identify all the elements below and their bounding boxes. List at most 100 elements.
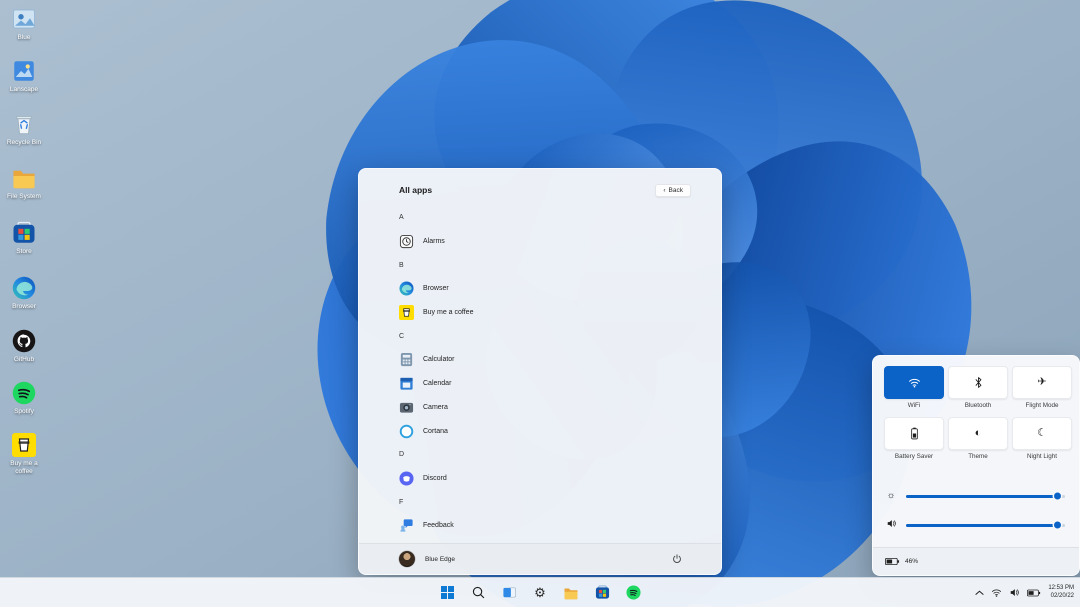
volume-slider[interactable]	[906, 524, 1065, 527]
coffee-icon	[399, 305, 414, 320]
camera-icon	[399, 400, 414, 415]
section-letter-a[interactable]: A	[359, 206, 721, 230]
section-letter-f[interactable]: F	[359, 490, 721, 514]
night-light-tile[interactable]: ☾	[1012, 417, 1072, 450]
feedback-icon	[399, 518, 414, 533]
cortana-icon	[399, 424, 414, 439]
tray-volume-button[interactable]	[1009, 587, 1020, 598]
app-item-calendar[interactable]: Calendar	[359, 372, 721, 396]
app-item-label: Cortana	[423, 428, 448, 435]
settings-button[interactable]: ⚙	[529, 582, 551, 604]
quick-settings-grid: WiFi Bluetooth ✈ Flight Mode Battery Sav…	[884, 366, 1068, 460]
desktop-icon-buy-me-a-coffee[interactable]: Buy me a coffee	[0, 432, 48, 475]
night-light-icon: ☾	[1037, 428, 1047, 439]
desktop-icon-label: Blue	[17, 34, 30, 42]
file-explorer-button[interactable]	[560, 582, 582, 604]
app-item-feedback[interactable]: Feedback	[359, 514, 721, 538]
landscape-photo-icon	[11, 58, 37, 84]
app-item-label: Calendar	[423, 380, 451, 387]
app-item-label: Buy me a coffee	[423, 309, 473, 316]
desktop-icon-github[interactable]: GitHub	[0, 328, 48, 364]
start-menu-all-apps: All apps ‹ Back A Alarms B	[358, 168, 722, 575]
search-button[interactable]	[467, 582, 489, 604]
battery-saver-tile[interactable]	[884, 417, 944, 450]
app-item-calculator[interactable]: Calculator	[359, 348, 721, 372]
desktop-icon-lanscape[interactable]: Lanscape	[0, 58, 48, 94]
brightness-slider[interactable]	[906, 495, 1065, 498]
folder-icon	[563, 585, 579, 601]
all-apps-list: A Alarms B Browser Buy m	[359, 206, 721, 538]
flight-mode-tile[interactable]: ✈	[1012, 366, 1072, 399]
battery-saver-label: Battery Saver	[895, 453, 933, 460]
taskbar-center-icons: ⚙	[436, 578, 644, 607]
clock-date: 02/20/22	[1051, 593, 1074, 601]
discord-icon	[399, 471, 414, 486]
store-icon	[595, 585, 610, 600]
tray-wifi-button[interactable]	[991, 587, 1002, 598]
spotify-button[interactable]	[622, 582, 644, 604]
github-icon	[11, 328, 37, 354]
app-item-label: Camera	[423, 404, 448, 411]
clock[interactable]: 12:53 PM 02/20/22	[1048, 585, 1074, 600]
brightness-slider-row: ☼	[885, 489, 1065, 503]
spotify-icon	[11, 380, 37, 406]
app-item-buy-me-a-coffee[interactable]: Buy me a coffee	[359, 301, 721, 325]
desktop-icon-blue[interactable]: Blue	[0, 6, 48, 42]
app-item-label: Browser	[423, 285, 449, 292]
power-button[interactable]	[669, 551, 685, 567]
power-icon	[671, 553, 683, 565]
app-item-camera[interactable]: Camera	[359, 396, 721, 420]
desktop-icon-file-system[interactable]: File System	[0, 165, 48, 201]
edge-browser-icon	[11, 275, 37, 301]
tray-battery-button[interactable]	[1027, 589, 1041, 597]
app-item-label: Calculator	[423, 356, 455, 363]
app-item-alarms[interactable]: Alarms	[359, 230, 721, 254]
desktop-icon-spotify[interactable]: Spotify	[0, 380, 48, 416]
battery-percentage[interactable]: 46%	[905, 558, 918, 565]
folder-icon	[11, 165, 37, 191]
chevron-up-icon	[975, 590, 984, 596]
desktop-icon-label: Recycle Bin	[7, 139, 41, 147]
user-name[interactable]: Blue Edge	[425, 556, 455, 563]
brightness-slider-thumb[interactable]	[1054, 493, 1061, 500]
section-letter-d[interactable]: D	[359, 443, 721, 467]
theme-icon: ◐	[975, 428, 982, 439]
battery-icon	[1027, 589, 1041, 597]
volume-slider-thumb[interactable]	[1054, 522, 1061, 529]
flight-mode-label: Flight Mode	[1026, 402, 1059, 409]
start-button[interactable]	[436, 582, 458, 604]
task-view-button[interactable]	[498, 582, 520, 604]
app-item-cortana[interactable]: Cortana	[359, 419, 721, 443]
bluetooth-tile[interactable]	[948, 366, 1008, 399]
desktop-screen: Blue Lanscape Recycle Bin File System St…	[0, 0, 1080, 607]
calculator-icon	[399, 352, 414, 367]
volume-icon	[1009, 587, 1020, 598]
store-button[interactable]	[591, 582, 613, 604]
system-tray: 12:53 PM 02/20/22	[975, 578, 1074, 607]
all-apps-title: All apps	[399, 185, 432, 195]
theme-tile[interactable]: ◐	[948, 417, 1008, 450]
clock-time: 12:53 PM	[1048, 585, 1074, 593]
recycle-bin-icon	[11, 111, 37, 137]
back-button[interactable]: ‹ Back	[655, 184, 691, 197]
section-letter-b[interactable]: B	[359, 253, 721, 277]
user-avatar[interactable]	[399, 551, 415, 567]
section-letter-c[interactable]: C	[359, 324, 721, 348]
coffee-icon	[11, 432, 37, 458]
back-button-label: Back	[669, 187, 683, 194]
quick-settings-footer: 46%	[873, 547, 1079, 575]
wifi-tile[interactable]	[884, 366, 944, 399]
windows-logo-icon	[441, 586, 454, 599]
wifi-icon	[991, 587, 1002, 598]
tray-chevron-button[interactable]	[975, 590, 984, 596]
desktop-icon-recycle-bin[interactable]: Recycle Bin	[0, 111, 48, 147]
app-item-discord[interactable]: Discord	[359, 467, 721, 491]
desktop-icon-store[interactable]: Store	[0, 220, 48, 256]
app-item-browser[interactable]: Browser	[359, 277, 721, 301]
taskbar: ⚙ 12:5	[0, 577, 1080, 607]
theme-label: Theme	[968, 453, 988, 460]
bluetooth-icon	[974, 376, 983, 389]
airplane-icon: ✈	[1037, 377, 1046, 388]
desktop-icon-browser[interactable]: Browser	[0, 275, 48, 311]
desktop-icon-label: Store	[16, 248, 32, 256]
